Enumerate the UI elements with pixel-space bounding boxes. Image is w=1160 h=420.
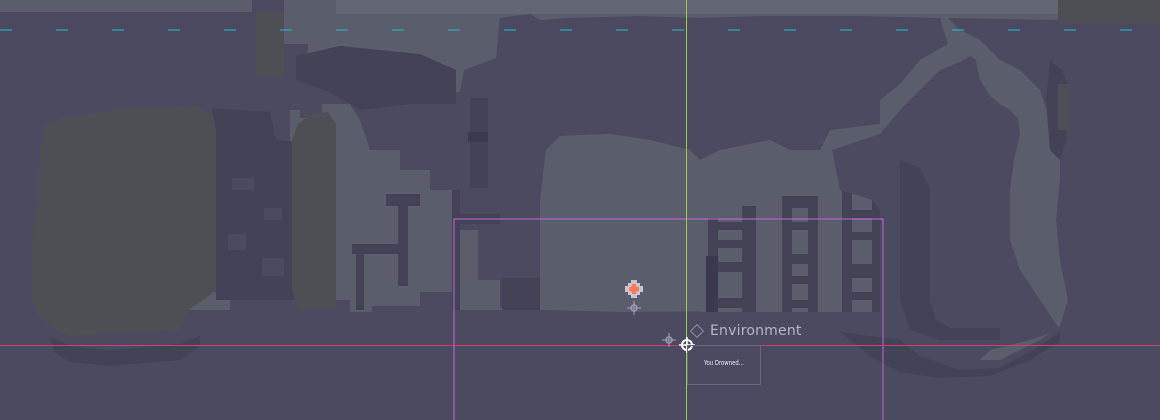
scaffold-dark-base [706, 256, 718, 318]
environment-node-label[interactable]: Environment [689, 323, 802, 339]
chamber-block-2 [228, 234, 246, 250]
ledge-7 [470, 98, 488, 188]
chamber-block-3 [262, 258, 284, 276]
chamber-block-1 [232, 178, 254, 190]
wall-far-right-cap [1058, 0, 1160, 24]
message-label-box[interactable]: You Drowned... [687, 345, 761, 385]
ledge-1 [386, 194, 420, 206]
chamber-block-4 [264, 208, 282, 220]
olive-strip-right [1058, 84, 1070, 130]
game-viewport[interactable]: Environment You Drowned... [0, 0, 1160, 420]
ledge-4 [356, 254, 364, 310]
olive-pillar [292, 112, 336, 310]
level-scene[interactable] [0, 0, 1160, 420]
ledge-8 [468, 132, 488, 142]
ledge-5 [452, 190, 460, 310]
background-light-band [336, 0, 1058, 14]
environment-node-name: Environment [710, 323, 802, 339]
environment-node-icon [689, 323, 705, 339]
wall-top-left-shadow [256, 12, 284, 76]
olive-chamber [32, 106, 216, 336]
message-label-text: You Drowned... [704, 359, 744, 367]
ledge-9 [502, 278, 540, 310]
ledge-3 [352, 244, 402, 254]
